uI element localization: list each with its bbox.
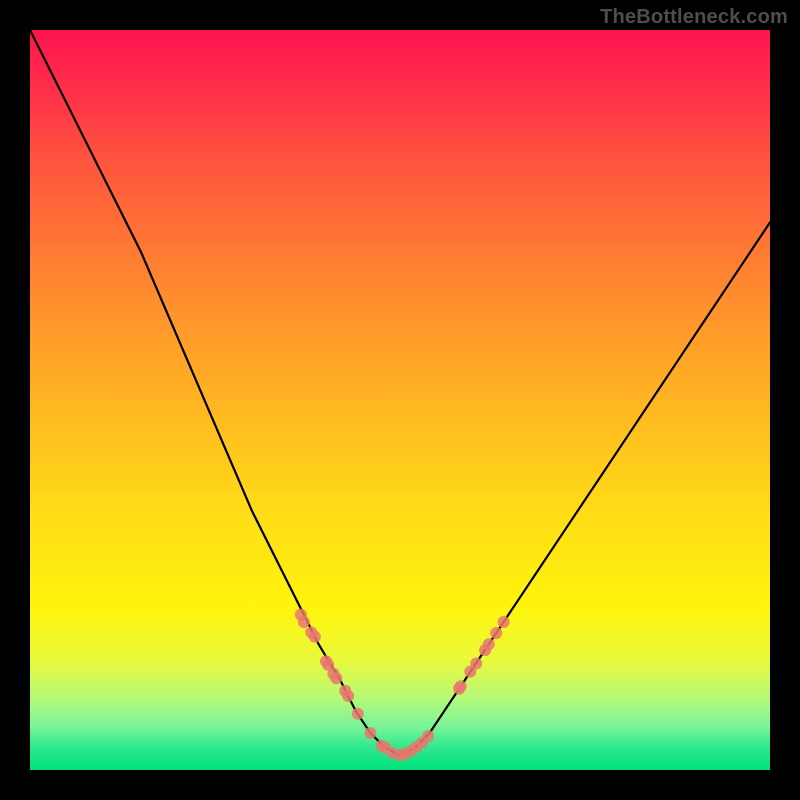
marker-point [455,680,467,692]
marker-point [330,672,342,684]
marker-point [352,708,364,720]
watermark-text: TheBottleneck.com [600,6,788,29]
marker-point [309,631,321,643]
marker-point [298,616,310,628]
plot-area [30,30,770,770]
marker-point [498,616,510,628]
marker-layer [295,609,510,762]
marker-point [483,638,495,650]
marker-point [342,690,354,702]
marker-point [364,727,376,739]
marker-point [490,627,502,639]
bottleneck-curve [30,30,770,755]
marker-point [470,657,482,669]
bottleneck-chart-svg [30,30,770,770]
marker-point [422,730,434,742]
chart-container: TheBottleneck.com [0,0,800,800]
